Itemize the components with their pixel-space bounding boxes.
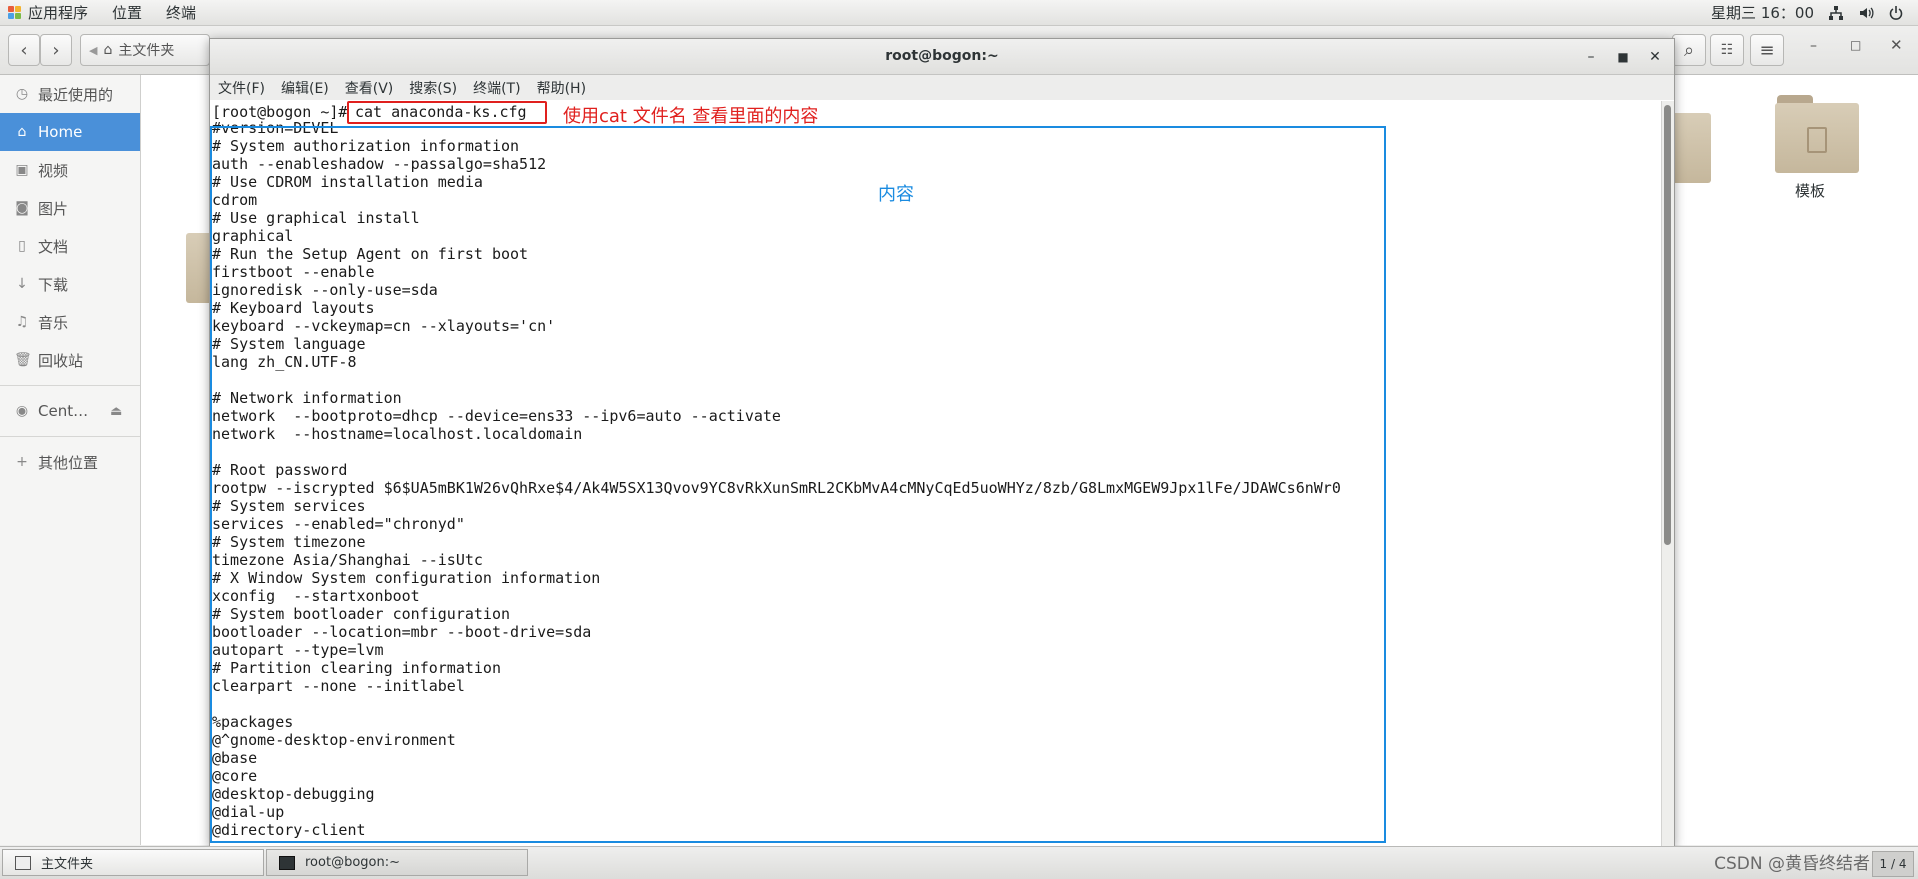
command-annotation: 使用cat 文件名 查看里面的内容	[563, 106, 819, 127]
chevron-left-icon: ‹	[20, 39, 28, 61]
music-icon: ♫	[15, 314, 29, 330]
menu-button[interactable]: ≡	[1750, 34, 1784, 66]
minimize-icon[interactable]: –	[1810, 38, 1817, 54]
menu-help[interactable]: 帮助(H)	[529, 78, 594, 98]
home-icon: ⌂	[103, 42, 113, 58]
applications-label: 应用程序	[28, 4, 89, 22]
sidebar-item-recent[interactable]: ◷ 最近使用的	[0, 75, 140, 113]
terminal-titlebar[interactable]: root@bogon:~ – ■ ✕	[210, 39, 1674, 75]
sidebar-item-label: Home	[38, 123, 83, 141]
menu-file[interactable]: 文件(F)	[210, 78, 273, 98]
taskbar: 主文件夹 root@bogon:~ CSDN @黄昏终结者 1 / 4	[0, 846, 1918, 879]
taskbar-item-terminal[interactable]: root@bogon:~	[266, 849, 528, 876]
view-options-button[interactable]: ☷	[1710, 34, 1744, 66]
video-icon: ▣	[15, 162, 29, 178]
plus-icon: +	[16, 454, 28, 470]
power-icon[interactable]	[1888, 5, 1904, 21]
download-icon: ↓	[16, 276, 28, 292]
sidebar-item-other-locations[interactable]: + 其他位置	[0, 443, 140, 481]
close-icon[interactable]: ✕	[1890, 36, 1903, 54]
sidebar-item-pictures[interactable]: ◙ 图片	[0, 189, 140, 227]
template-icon	[1807, 127, 1827, 153]
sidebar-item-videos[interactable]: ▣ 视频	[0, 151, 140, 189]
terminal-menu-label: 终端	[166, 4, 197, 22]
sidebar-item-trash[interactable]: 🗑 回收站	[0, 341, 140, 379]
network-icon[interactable]	[1828, 5, 1844, 21]
sidebar-divider	[0, 436, 140, 437]
sidebar-item-label: 图片	[38, 199, 69, 218]
workspace-indicator[interactable]: 1 / 4	[1872, 851, 1914, 877]
disc-icon: ◉	[15, 403, 29, 419]
search-icon: ⌕	[1683, 39, 1695, 61]
sidebar-item-device[interactable]: ◉ Cent… ⏏	[0, 392, 140, 430]
volume-icon[interactable]	[1858, 5, 1874, 21]
watermark: CSDN @黄昏终结者	[1714, 854, 1870, 874]
sidebar-item-label: 音乐	[38, 313, 69, 332]
clock-icon: ◷	[15, 86, 29, 102]
sidebar-item-home[interactable]: ⌂ Home	[0, 113, 140, 151]
menu-edit[interactable]: 编辑(E)	[273, 78, 337, 98]
terminal-icon	[279, 855, 295, 870]
sidebar-item-documents[interactable]: ▯ 文档	[0, 227, 140, 265]
sidebar-item-label: Cent…	[38, 402, 89, 420]
sidebar-item-label: 视频	[38, 161, 69, 180]
menu-search[interactable]: 搜索(S)	[401, 78, 465, 98]
folder-label[interactable]: 模板	[1770, 180, 1850, 201]
sidebar-item-label: 文档	[38, 237, 69, 256]
forward-button[interactable]: ›	[40, 34, 72, 66]
menu-view[interactable]: 查看(V)	[337, 78, 402, 98]
trash-icon: 🗑	[14, 352, 32, 368]
sidebar-item-label: 其他位置	[38, 453, 99, 472]
content-highlight-box	[210, 126, 1386, 843]
hamburger-icon: ≡	[1759, 39, 1775, 61]
camera-icon: ◙	[15, 200, 29, 216]
terminal-title: root@bogon:~	[885, 48, 999, 64]
list-view-icon: ☷	[1720, 42, 1734, 58]
apps-icon	[8, 5, 22, 20]
sidebar-item-music[interactable]: ♫ 音乐	[0, 303, 140, 341]
sidebar-divider	[0, 385, 140, 386]
sidebar-item-label: 下载	[38, 275, 69, 294]
scrollbar-thumb[interactable]	[1664, 105, 1671, 545]
taskbar-item-label: root@bogon:~	[305, 855, 400, 870]
command-highlight-box	[347, 101, 547, 124]
content-annotation: 内容	[878, 184, 914, 205]
location-label: 主文件夹	[118, 43, 175, 59]
maximize-icon[interactable]: ■	[1612, 46, 1634, 68]
terminal-scrollbar[interactable]	[1661, 101, 1674, 846]
clock[interactable]: 星期三 16：00	[1711, 2, 1814, 23]
home-icon: ⌂	[17, 124, 27, 140]
files-icon	[15, 855, 31, 870]
places-menu[interactable]: 位置	[100, 0, 154, 25]
file-manager-sidebar: ◷ 最近使用的 ⌂ Home ▣ 视频 ◙ 图片 ▯ 文档 ↓ 下载 ♫ 音乐 🗑 回收站 ◉ C…	[0, 75, 141, 845]
maximize-icon[interactable]: □	[1850, 38, 1861, 52]
caret-left-icon: ◀	[89, 43, 98, 57]
taskbar-item-label: 主文件夹	[41, 857, 94, 872]
taskbar-item-files[interactable]: 主文件夹	[2, 849, 264, 876]
back-button[interactable]: ‹	[8, 34, 40, 66]
sidebar-item-label: 最近使用的	[38, 85, 114, 104]
folder-icon[interactable]	[1775, 95, 1859, 173]
document-icon: ▯	[18, 238, 26, 254]
close-icon[interactable]: ✕	[1644, 46, 1666, 68]
applications-menu[interactable]: 应用程序	[0, 0, 100, 25]
panel-right: 星期三 16：00	[1711, 0, 1904, 25]
terminal-menubar: 文件(F) 编辑(E) 查看(V) 搜索(S) 终端(T) 帮助(H)	[210, 75, 1674, 100]
chevron-right-icon: ›	[52, 39, 60, 61]
top-panel: 应用程序 位置 终端 星期三 16：00	[0, 0, 1918, 26]
places-label: 位置	[112, 4, 143, 22]
sidebar-item-label: 回收站	[38, 351, 84, 370]
sidebar-item-downloads[interactable]: ↓ 下载	[0, 265, 140, 303]
menu-terminal[interactable]: 终端(T)	[465, 78, 528, 98]
eject-icon[interactable]: ⏏	[110, 404, 122, 419]
minimize-icon[interactable]: –	[1580, 46, 1602, 68]
terminal-menu[interactable]: 终端	[154, 0, 208, 25]
folder-icon[interactable]	[1671, 105, 1711, 183]
search-button[interactable]: ⌕	[1672, 34, 1706, 66]
location-home-button[interactable]: ◀ ⌂ 主文件夹	[80, 34, 210, 66]
